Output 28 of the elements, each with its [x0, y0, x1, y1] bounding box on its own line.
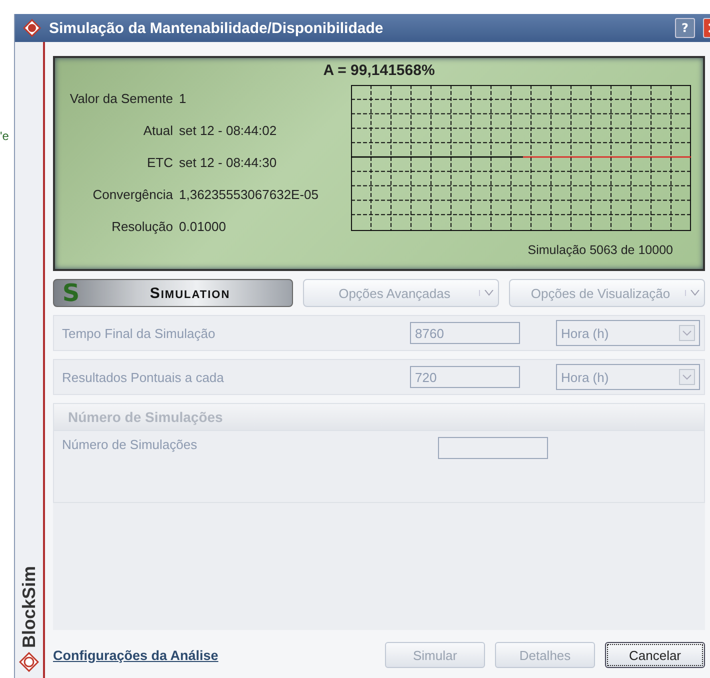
field-label: Tempo Final da Simulação [62, 326, 216, 340]
caret-icon [679, 325, 695, 341]
analysis-settings-link[interactable]: Configurações da Análise [53, 648, 218, 662]
stat-label: Valor da Semente [68, 91, 173, 106]
stat-value: 0.01000 [179, 219, 226, 234]
stat-value: set 12 - 08:44:02 [179, 123, 277, 138]
stat-value: 1 [179, 91, 186, 106]
section-header: Número de Simulações [54, 404, 704, 431]
logo-letter: S [61, 279, 81, 307]
stat-label: Convergência [92, 187, 173, 202]
stat-label: Atual [142, 123, 173, 138]
logo-icon [23, 19, 41, 37]
progress-text: Simulação 5063 de 10000 [528, 243, 673, 257]
caret-icon [679, 369, 695, 385]
stat-label: Resolução [110, 219, 173, 234]
logo-text: Simulation [148, 284, 232, 302]
field-label: Número de Simulações [62, 437, 198, 452]
help-button[interactable]: ? [675, 18, 695, 38]
stat-label: ETC [146, 155, 173, 170]
window-title: Simulação da Mantenabilidade/Disponibilidade [49, 20, 384, 36]
availability-headline: A = 99,141568% [322, 61, 436, 79]
brand-label: BlockSim [18, 566, 40, 648]
field-label: Resultados Pontuais a cada [62, 370, 225, 384]
stat-value: set 12 - 08:44:30 [179, 155, 277, 170]
dialog-button[interactable]: Cancelar [605, 642, 705, 668]
background-text: 'e [0, 129, 9, 143]
stat-value: 1,36235553067632E-05 [179, 187, 319, 202]
logo-icon [19, 652, 39, 672]
